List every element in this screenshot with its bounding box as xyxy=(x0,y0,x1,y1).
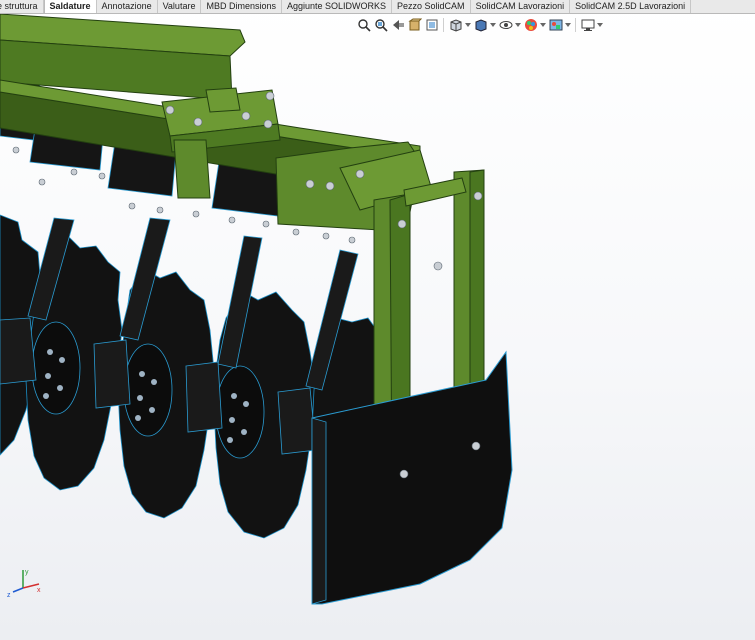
chevron-down-icon[interactable] xyxy=(514,16,522,34)
chevron-down-icon[interactable] xyxy=(564,16,572,34)
zoom-to-fit-icon[interactable] xyxy=(355,16,372,34)
headsup-view-toolbar xyxy=(355,16,604,34)
chevron-down-icon[interactable] xyxy=(464,16,472,34)
chevron-down-icon[interactable] xyxy=(489,16,497,34)
tab-saldature[interactable]: Saldature xyxy=(43,0,97,13)
chevron-down-icon[interactable] xyxy=(539,16,547,34)
section-view-icon[interactable] xyxy=(406,16,423,34)
graphics-area[interactable] xyxy=(0,14,755,640)
reference-triad: y x z xyxy=(7,569,41,598)
solidworks-window: e struttura Saldature Annotazione Valuta… xyxy=(0,0,755,640)
tab-pezzo-solidcam[interactable]: Pezzo SolidCAM xyxy=(392,0,471,13)
chevron-down-icon[interactable] xyxy=(596,16,604,34)
triad-y-label: y xyxy=(25,569,29,576)
previous-view-icon[interactable] xyxy=(389,16,406,34)
zoom-to-area-icon[interactable] xyxy=(372,16,389,34)
apply-scene-icon[interactable] xyxy=(547,16,564,34)
triad-x-label: x xyxy=(37,587,41,594)
tab-aggiunte-solidworks[interactable]: Aggiunte SOLIDWORKS xyxy=(282,0,393,13)
view-settings-icon[interactable] xyxy=(579,16,596,34)
tab-annotazione[interactable]: Annotazione xyxy=(97,0,158,13)
hide-show-items-icon[interactable] xyxy=(497,16,514,34)
tab-mbd-dimensions[interactable]: MBD Dimensions xyxy=(201,0,282,13)
tab-struttura[interactable]: e struttura xyxy=(0,0,44,13)
tab-solidcam-2-5d-lavorazioni[interactable]: SolidCAM 2.5D Lavorazioni xyxy=(570,0,692,13)
triad-z-label: z xyxy=(7,592,11,598)
command-manager-tabs: e struttura Saldature Annotazione Valuta… xyxy=(0,0,755,14)
edit-appearance-icon[interactable] xyxy=(522,16,539,34)
view-orientation-icon[interactable] xyxy=(447,16,464,34)
tab-solidcam-lavorazioni[interactable]: SolidCAM Lavorazioni xyxy=(471,0,571,13)
display-style-icon[interactable] xyxy=(472,16,489,34)
dynamic-annotation-icon[interactable] xyxy=(423,16,440,34)
tab-valutare[interactable]: Valutare xyxy=(158,0,202,13)
